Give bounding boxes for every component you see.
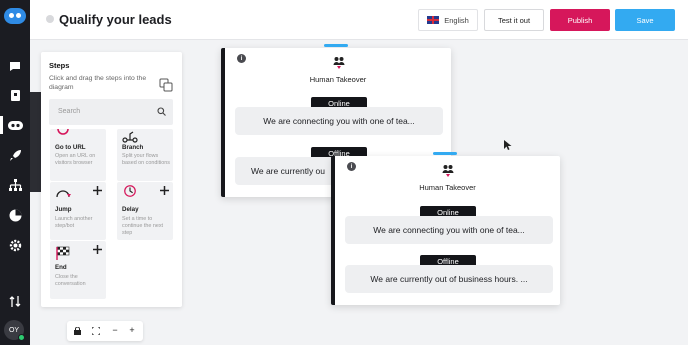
mouse-cursor-icon	[504, 140, 512, 150]
tile-name: Jump	[55, 206, 72, 213]
human-takeover-node-2[interactable]: i Human Takeover Online We are connectin…	[331, 152, 560, 305]
steps-description: Click and drag the steps into the diagra…	[49, 75, 147, 91]
human-takeover-icon	[333, 57, 345, 69]
contacts-icon[interactable]	[7, 87, 23, 103]
tile-name: Go to URL	[55, 144, 86, 151]
steps-panel: Steps Click and drag the steps into the …	[41, 52, 182, 307]
chat-icon[interactable]	[7, 58, 23, 74]
save-button[interactable]: Save	[615, 9, 675, 31]
bot-logo-icon[interactable]	[4, 8, 26, 24]
step-tile-branch[interactable]: Branch Split your flows based on conditi…	[117, 129, 173, 181]
node-connector[interactable]	[324, 44, 348, 47]
sitemap-icon[interactable]	[7, 177, 23, 193]
tile-desc: Set a time to continue the next step	[122, 216, 164, 236]
sort-icon[interactable]	[7, 293, 23, 309]
step-tile-end[interactable]: End Close the conversation	[50, 241, 106, 299]
search-placeholder: Search	[58, 108, 81, 115]
tile-name: Delay	[122, 206, 139, 213]
status-dot	[46, 15, 54, 23]
delay-icon	[124, 185, 136, 197]
top-header: Qualify your leads English Test it out P…	[30, 0, 688, 40]
checkered-flag-icon	[56, 246, 70, 260]
human-takeover-icon	[442, 165, 454, 177]
steps-title: Steps	[49, 61, 70, 70]
online-message[interactable]: We are connecting you with one of tea...	[235, 107, 443, 135]
bot-icon[interactable]	[7, 117, 23, 133]
steps-search-input[interactable]: Search	[49, 99, 173, 125]
zoom-out-icon[interactable]: −	[109, 325, 121, 335]
drag-drop-icon	[159, 78, 173, 92]
offline-message[interactable]: We are currently out of business hours. …	[345, 265, 553, 293]
tile-name: End	[55, 264, 67, 271]
move-icon[interactable]	[93, 245, 102, 254]
step-tile-jump[interactable]: Jump Launch another step/bot	[50, 182, 106, 240]
reports-icon[interactable]	[7, 207, 23, 223]
fit-screen-icon[interactable]	[92, 327, 100, 335]
node-title: Human Takeover	[309, 75, 367, 84]
language-label: English	[444, 15, 469, 25]
publish-button[interactable]: Publish	[550, 9, 610, 31]
node-title: Human Takeover	[419, 183, 476, 192]
step-tile-go-to-url[interactable]: Go to URL Open an URL on visitors browse…	[50, 129, 106, 181]
settings-icon[interactable]	[7, 237, 23, 253]
step-tile-delay[interactable]: Delay Set a time to continue the next st…	[117, 182, 173, 240]
lock-icon[interactable]	[74, 327, 81, 335]
canvas-toolbar: − +	[67, 321, 143, 341]
tile-desc: Split your flows based on conditions	[122, 153, 170, 166]
test-it-out-button[interactable]: Test it out	[484, 9, 544, 31]
jump-icon	[56, 190, 71, 198]
move-icon[interactable]	[93, 186, 102, 195]
branch-icon	[122, 131, 138, 143]
online-status-dot	[18, 334, 25, 341]
tile-desc: Close the conversation	[55, 274, 86, 287]
tile-desc: Open an URL on visitors browser	[55, 153, 96, 166]
move-icon[interactable]	[160, 186, 169, 195]
language-selector[interactable]: English	[418, 9, 478, 31]
tile-name: Branch	[122, 144, 144, 151]
info-icon[interactable]: i	[347, 162, 356, 171]
zoom-in-icon[interactable]: +	[126, 325, 138, 335]
node-connector[interactable]	[433, 152, 457, 155]
tile-desc: Launch another step/bot	[55, 216, 93, 229]
left-nav-rail: OY	[0, 0, 30, 345]
active-indicator	[0, 116, 3, 134]
avatar-initials: OY	[8, 326, 20, 334]
online-message[interactable]: We are connecting you with one of tea...	[345, 216, 553, 244]
avatar[interactable]: OY	[4, 320, 25, 341]
page-title: Qualify your leads	[59, 12, 172, 27]
search-icon	[157, 107, 166, 116]
info-icon[interactable]: i	[237, 54, 246, 63]
rocket-icon[interactable]	[7, 147, 23, 163]
go-to-url-icon	[57, 129, 69, 135]
uk-flag-icon	[427, 16, 440, 24]
